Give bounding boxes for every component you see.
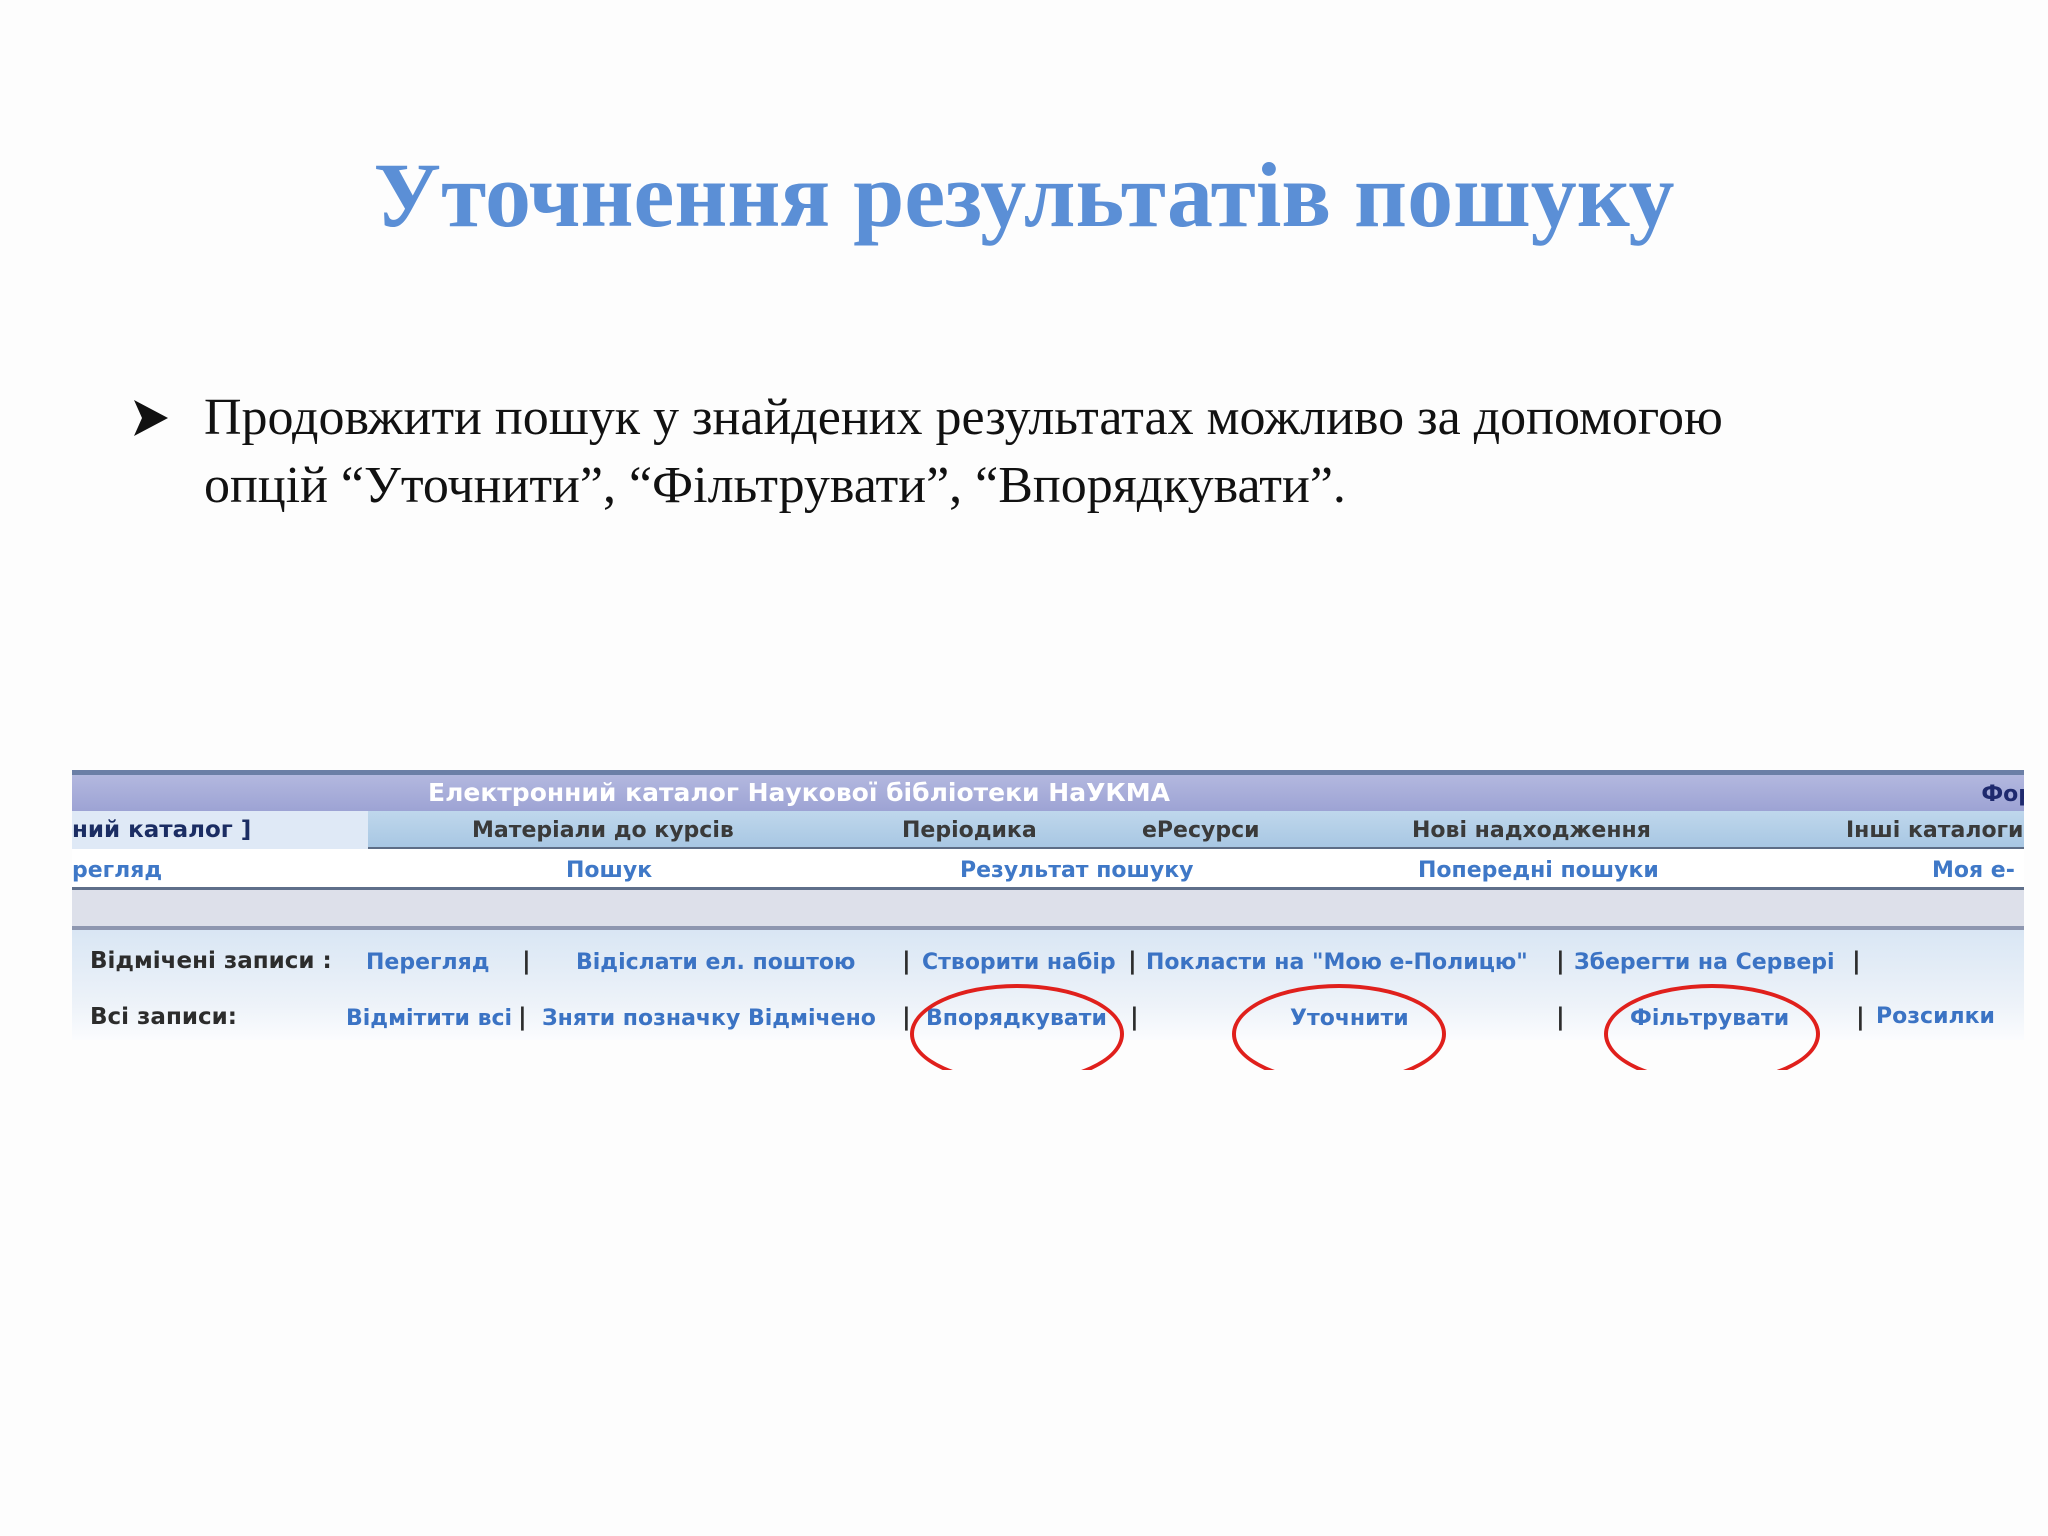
bullet-text: Продовжити пошук у знайдених результатах… [204, 384, 1723, 520]
unmark-link[interactable]: Зняти позначку Відмічено [542, 1006, 876, 1031]
tab-new-arrivals[interactable]: Нові надходження [1412, 818, 1651, 843]
save-server-link[interactable]: Зберегти на Сервері [1574, 950, 1835, 975]
catalog-title: Електронний каталог Наукової бібліотеки … [428, 778, 1171, 807]
toolbar-band [72, 890, 2024, 930]
subnav-previous-searches[interactable]: Попередні пошуки [1418, 858, 1659, 883]
tab-other-catalogs[interactable]: Інші каталоги [1846, 818, 2023, 843]
create-set-link[interactable]: Створити набір [922, 950, 1116, 975]
separator: | [1556, 1003, 1565, 1031]
tab-catalog-current[interactable]: ний каталог ] [72, 811, 368, 849]
separator: | [902, 1003, 911, 1031]
slide-title: Уточнення результатів пошуку [373, 144, 1675, 246]
catalog-header-bar: Електронний каталог Наукової бібліотеки … [72, 775, 2024, 811]
tab-courses[interactable]: Матеріали до курсів [472, 818, 734, 843]
separator: | [1852, 947, 1861, 975]
separator: | [518, 1003, 527, 1031]
subnav-results[interactable]: Результат пошуку [960, 858, 1194, 883]
header-right-link[interactable]: Фор [1981, 781, 2024, 809]
separator: | [1130, 1003, 1139, 1031]
mailing-link[interactable]: Розсилки [1876, 1004, 1995, 1029]
bullet-item: Продовжити пошук у знайдених результатах… [128, 384, 1988, 520]
subnav-my[interactable]: Моя е- [1932, 858, 2015, 883]
record-actions-panel: Відмічені записи : Перегляд | Відіслати … [72, 930, 2024, 1040]
catalog-screenshot: Електронний каталог Наукової бібліотеки … [72, 770, 2024, 1070]
subnav-view[interactable]: регляд [72, 858, 162, 883]
marked-view-link[interactable]: Перегляд [366, 950, 490, 975]
separator: | [1556, 947, 1565, 975]
separator: | [1128, 947, 1137, 975]
sort-link[interactable]: Впорядкувати [926, 1006, 1107, 1031]
shelf-link[interactable]: Покласти на "Мою е-Полицю" [1146, 950, 1528, 975]
refine-link[interactable]: Уточнити [1290, 1006, 1409, 1031]
all-records-label: Всі записи: [90, 1004, 237, 1030]
separator: | [1856, 1003, 1865, 1031]
tab-periodicals[interactable]: Періодика [902, 818, 1037, 843]
tab-catalog-label: ний каталог ] [72, 817, 252, 843]
marked-records-label: Відмічені записи : [90, 948, 332, 974]
arrowhead-bullet-icon [134, 400, 168, 436]
bullet-line-1: Продовжити пошук у знайдених результатах… [204, 389, 1723, 446]
tab-eresources[interactable]: еРесурси [1142, 818, 1260, 843]
mark-all-link[interactable]: Відмітити всі [346, 1006, 512, 1031]
separator: | [522, 947, 531, 975]
separator: | [902, 947, 911, 975]
email-link[interactable]: Відіслати ел. поштою [576, 950, 855, 975]
filter-link[interactable]: Фільтрувати [1630, 1006, 1789, 1031]
subnav-search[interactable]: Пошук [566, 858, 652, 883]
bullet-line-2: опцій “Уточнити”, “Фільтрувати”, “Впоряд… [204, 457, 1346, 514]
